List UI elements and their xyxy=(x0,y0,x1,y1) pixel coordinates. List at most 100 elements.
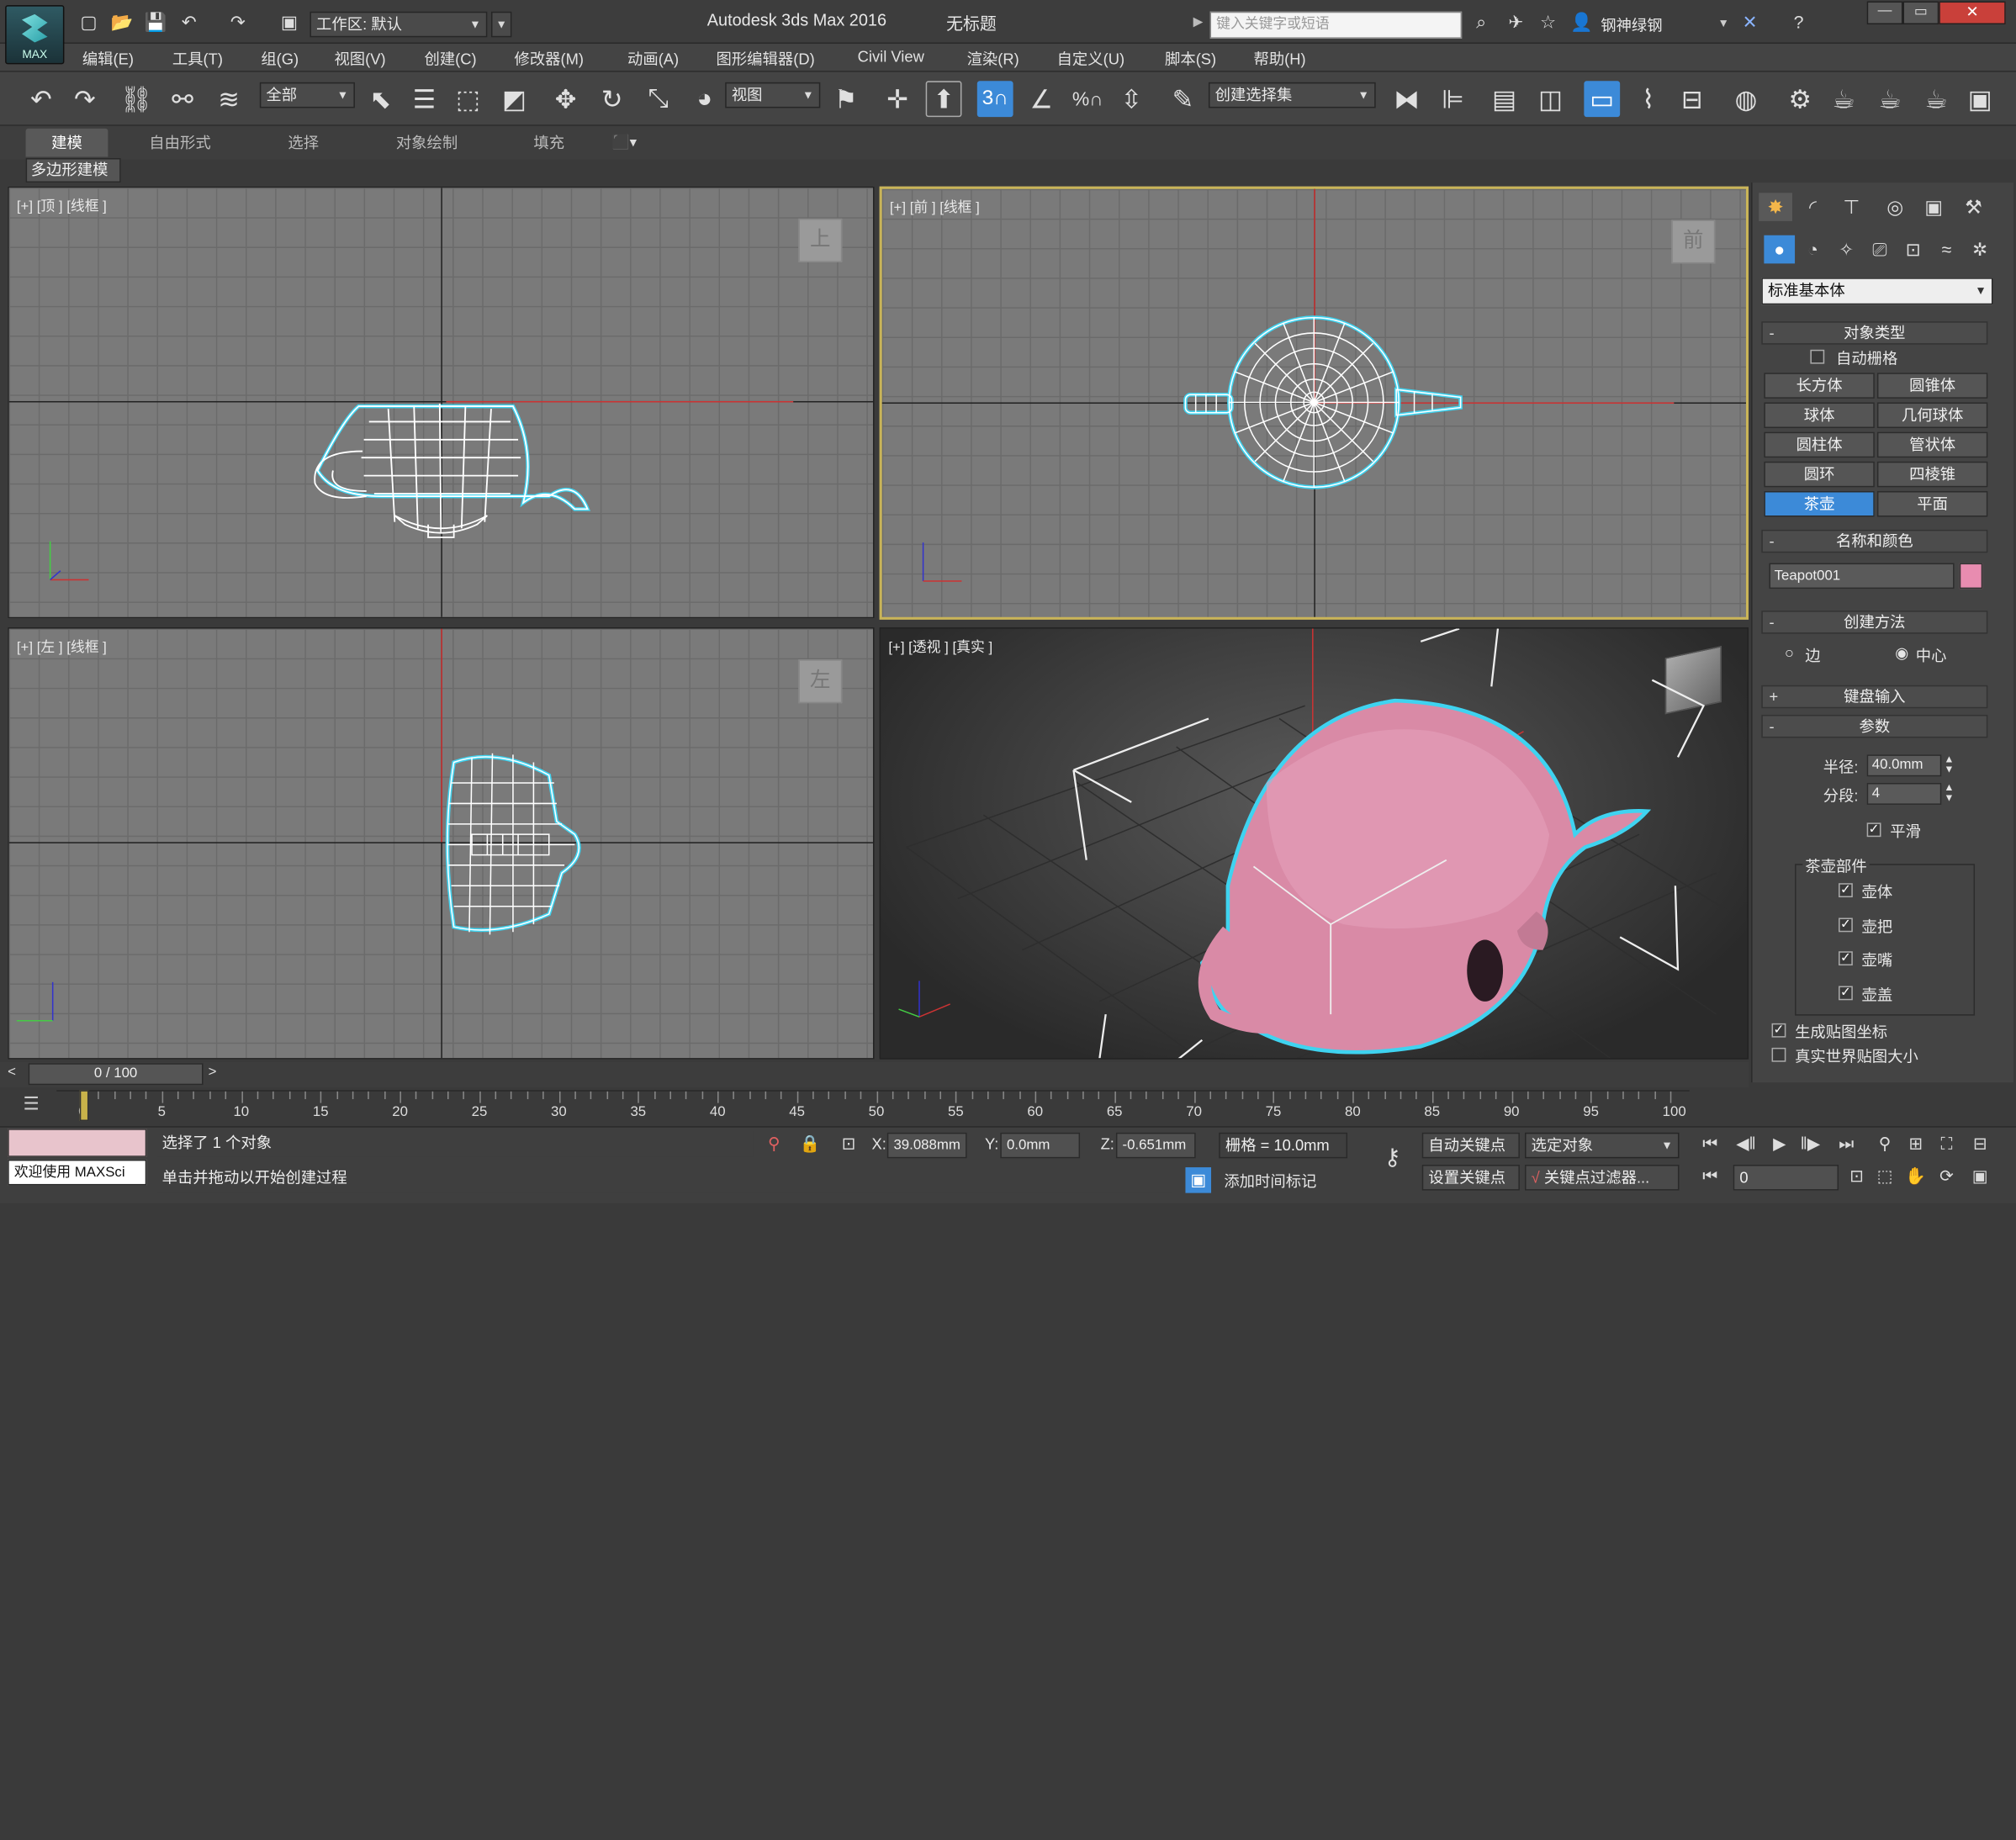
time-slider[interactable]: 0 / 100 xyxy=(28,1063,204,1086)
move-icon[interactable]: ✥ xyxy=(548,81,584,117)
pan-view-icon[interactable]: ✋ xyxy=(1902,1163,1929,1189)
center-radio[interactable]: ◉ xyxy=(1895,644,1908,662)
key-mode-toggle-icon[interactable]: ⏮ xyxy=(1697,1163,1723,1189)
redo-icon[interactable]: ↷ xyxy=(226,12,250,32)
rollout-keyboard-entry[interactable]: + 键盘输入 xyxy=(1761,685,1988,709)
track-bar[interactable]: 0510152025303540455055606570758085909510… xyxy=(56,1090,1690,1124)
cameras-icon[interactable]: ⎚ xyxy=(1865,235,1896,264)
percent-snap-icon[interactable]: %∩ xyxy=(1070,81,1106,117)
edit-named-selection-icon[interactable]: ✎ xyxy=(1165,81,1201,117)
toggle-ribbon-icon[interactable]: ▭ xyxy=(1584,81,1621,118)
tube-button[interactable]: 管状体 xyxy=(1876,431,1988,458)
zoom-region-icon[interactable]: ⬚ xyxy=(1872,1163,1898,1189)
rendered-frame-window-icon[interactable]: ☕ xyxy=(1826,81,1862,117)
layer-explorer-icon[interactable]: ▤ xyxy=(1486,81,1522,117)
pyramid-button[interactable]: 四棱锥 xyxy=(1876,461,1988,488)
undo-icon[interactable]: ↶ xyxy=(177,12,201,32)
pivot-center-icon[interactable]: ⚑ xyxy=(828,81,864,117)
ribbon-tab-object-paint[interactable]: 对象绘制 xyxy=(378,129,475,157)
scale-icon[interactable]: ⤡ xyxy=(640,81,676,117)
mirror-icon[interactable]: ⧓ xyxy=(1389,81,1425,117)
edge-radio[interactable]: ○ xyxy=(1785,644,1794,662)
helpers-icon[interactable]: ⊡ xyxy=(1897,235,1929,264)
window-crossing-icon[interactable]: ◩ xyxy=(496,81,532,117)
hierarchy-tab-icon[interactable]: ⊤ xyxy=(1834,193,1868,221)
workspace-dropdown[interactable]: 工作区: 默认 ▼ xyxy=(310,11,488,38)
user-dropdown-icon[interactable]: ▼ xyxy=(1717,17,1729,29)
place-icon[interactable]: ◕ xyxy=(686,81,722,117)
material-editor-icon[interactable]: ◍ xyxy=(1728,81,1765,117)
curve-editor-mini-icon[interactable]: ☰ xyxy=(24,1092,40,1114)
next-frame-icon[interactable]: ‖▶ xyxy=(1797,1131,1823,1157)
menu-rendering[interactable]: 渲染(R) xyxy=(967,48,1019,70)
close-button[interactable]: ✕ xyxy=(1939,1,2006,25)
rollout-parameters[interactable]: - 参数 xyxy=(1761,714,1988,738)
render-icon[interactable]: ▣ xyxy=(1962,81,1998,117)
time-cursor[interactable] xyxy=(79,1090,89,1122)
ribbon-tab-freeform[interactable]: 自由形式 xyxy=(134,129,226,157)
ribbon-options-icon[interactable]: ⬛▾ xyxy=(612,134,637,151)
quick-access-menu-icon[interactable]: ▼ xyxy=(490,11,512,38)
viewport-top[interactable]: [+] [顶 ] [线框 ] 上 xyxy=(8,186,875,619)
auto-key-button[interactable]: 自动关键点 xyxy=(1421,1132,1520,1159)
schematic-view-icon[interactable]: ⊟ xyxy=(1674,81,1710,117)
menu-tools[interactable]: 工具(T) xyxy=(172,48,223,70)
bind-space-warp-icon[interactable]: ≋ xyxy=(211,81,247,117)
create-tab-icon[interactable]: ✸ xyxy=(1759,193,1793,221)
snap-toggle-icon[interactable]: 3 ∩ xyxy=(976,81,1013,118)
real-world-map-checkbox[interactable] xyxy=(1771,1047,1786,1062)
play-icon[interactable]: ▶ xyxy=(1766,1131,1792,1157)
search-expand-icon[interactable]: ▶ xyxy=(1193,15,1204,29)
utilities-tab-icon[interactable]: ⚒ xyxy=(1957,193,1991,221)
keyboard-shortcut-override-icon[interactable]: ⬆ xyxy=(925,81,962,118)
menu-group[interactable]: 组(G) xyxy=(261,48,299,70)
selection-lock-icon[interactable]: 🔒 xyxy=(797,1131,823,1157)
x-coord-field[interactable]: 39.088mm xyxy=(886,1132,967,1159)
handle-checkbox[interactable]: ✓ xyxy=(1839,917,1853,933)
render-setup-icon[interactable]: ⚙ xyxy=(1782,81,1818,117)
plane-button[interactable]: 平面 xyxy=(1876,490,1988,517)
link-icon[interactable]: ⛓ xyxy=(119,81,155,117)
render-production-icon[interactable]: ☕ xyxy=(1872,81,1908,117)
time-next-icon[interactable]: > xyxy=(209,1065,217,1080)
menu-animation[interactable]: 动画(A) xyxy=(627,48,679,70)
rect-selection-icon[interactable]: ⬚ xyxy=(450,81,486,117)
rollout-creation-method[interactable]: - 创建方法 xyxy=(1761,611,1988,634)
radius-spinner[interactable]: 40.0mm xyxy=(1866,754,1942,777)
sphere-button[interactable]: 球体 xyxy=(1764,402,1875,429)
systems-icon[interactable]: ✲ xyxy=(1965,235,1996,264)
curve-editor-icon[interactable]: ⌇ xyxy=(1630,81,1666,117)
rotate-icon[interactable]: ↻ xyxy=(594,81,630,117)
geometry-category-dropdown[interactable]: 标准基本体 ▼ xyxy=(1761,278,1993,305)
set-key-button[interactable]: 设置关键点 xyxy=(1421,1165,1520,1191)
redo-icon[interactable]: ↷ xyxy=(66,81,103,117)
zoom-all-icon[interactable]: ⊞ xyxy=(1902,1131,1929,1157)
unlink-icon[interactable]: ⚯ xyxy=(165,81,201,117)
maxscript-listener-mini[interactable] xyxy=(8,1129,147,1157)
radius-spin-arrows[interactable]: ▲ ▼ xyxy=(1944,754,1954,775)
cylinder-button[interactable]: 圆柱体 xyxy=(1764,431,1875,458)
render-iterative-icon[interactable]: ☕ xyxy=(1918,81,1955,117)
menu-edit[interactable]: 编辑(E) xyxy=(82,48,134,70)
select-by-name-icon[interactable]: ☰ xyxy=(406,81,442,117)
app-logo-button[interactable]: MAX xyxy=(5,5,65,65)
modify-tab-icon[interactable]: ◜ xyxy=(1796,193,1830,221)
box-button[interactable]: 长方体 xyxy=(1764,373,1875,399)
shapes-icon[interactable]: ◔ xyxy=(1797,235,1828,264)
ribbon-polygon-modeling[interactable]: 多边形建模 xyxy=(25,158,121,183)
maximize-viewport-icon[interactable]: ▣ xyxy=(1967,1163,1993,1189)
orbit-icon[interactable]: ⟳ xyxy=(1934,1163,1960,1189)
user-icon[interactable]: 👤 xyxy=(1570,12,1594,32)
go-to-end-icon[interactable]: ⏭ xyxy=(1833,1131,1860,1157)
object-name-field[interactable]: Teapot001 xyxy=(1769,563,1955,590)
rollout-name-color[interactable]: - 名称和颜色 xyxy=(1761,529,1988,553)
geometry-icon[interactable]: ● xyxy=(1764,235,1796,264)
selection-filter-dropdown[interactable]: 全部 ▼ xyxy=(259,82,355,108)
time-tag-icon[interactable]: ▣ xyxy=(1185,1167,1212,1193)
ribbon-tab-selection[interactable]: 选择 xyxy=(265,129,342,157)
menu-create[interactable]: 创建(C) xyxy=(424,48,476,70)
help-icon[interactable]: ? xyxy=(1787,12,1811,32)
zoom-icon[interactable]: ⚲ xyxy=(1872,1131,1898,1157)
user-name[interactable]: 钢神绿钢 xyxy=(1601,14,1662,36)
maxscript-input[interactable]: 欢迎使用 MAXSci xyxy=(8,1159,147,1186)
